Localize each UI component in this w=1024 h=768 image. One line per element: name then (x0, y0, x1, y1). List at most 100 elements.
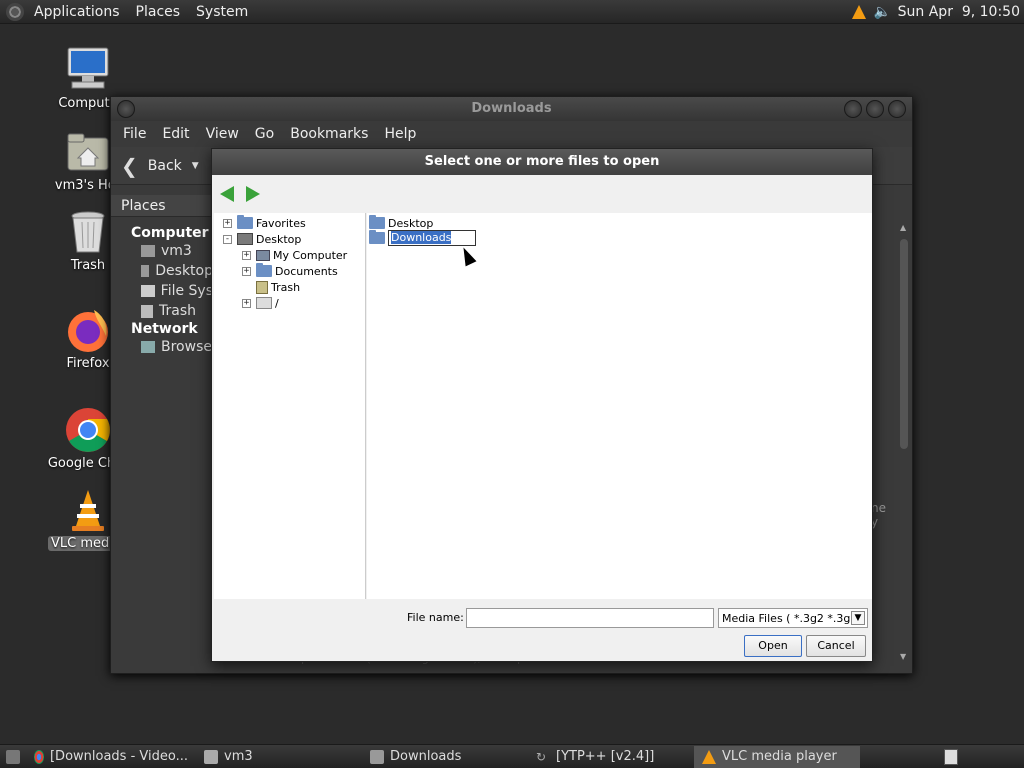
computer-icon (64, 46, 112, 94)
cancel-button[interactable]: Cancel (806, 635, 866, 657)
trash-icon (141, 304, 153, 318)
tree-item-label: My Computer (273, 248, 348, 262)
file-item-label: Downloads (391, 231, 452, 244)
trash-icon (64, 208, 112, 256)
sidebar-item-browse[interactable]: Browse (111, 337, 213, 357)
open-file-dialog: Select one or more files to open + Favor… (211, 148, 873, 662)
taskbar-item-video-downloader[interactable]: [Downloads - Video... (26, 746, 196, 768)
forward-arrow-icon[interactable] (246, 186, 260, 202)
drive-icon (141, 285, 155, 297)
taskbar-item-label: vm3 (224, 749, 253, 764)
sidebar-item-desktop[interactable]: Desktop (111, 261, 213, 281)
folder-tree[interactable]: + Favorites - Desktop + My Computer + Do… (214, 213, 366, 601)
menu-help[interactable]: Help (376, 126, 424, 142)
gnome-logo-icon[interactable] (6, 2, 24, 21)
minimize-button[interactable] (844, 100, 862, 118)
menu-system[interactable]: System (188, 4, 256, 20)
bottom-panel: [Downloads - Video... vm3 Downloads ↻ [Y… (0, 744, 1024, 768)
refresh-icon: ↻ (536, 749, 547, 764)
close-button[interactable] (888, 100, 906, 118)
tree-item-my-computer[interactable]: + My Computer (242, 247, 347, 263)
window-titlebar[interactable]: Downloads (111, 97, 912, 121)
sidebar-item-label: Desktop (155, 263, 213, 279)
workspace-switcher[interactable] (944, 748, 958, 765)
folder-icon (370, 749, 384, 764)
trash-icon (256, 280, 268, 294)
folder-icon (369, 215, 385, 229)
sidebar-item-trash[interactable]: Trash (111, 301, 213, 321)
chevron-down-icon[interactable]: ▼ (851, 611, 865, 625)
menu-places[interactable]: Places (128, 4, 189, 20)
expand-icon[interactable]: + (242, 298, 251, 308)
clock[interactable]: Sun Apr 9, 10:50 (898, 4, 1020, 20)
file-item-downloads[interactable]: Downloads (369, 230, 477, 246)
vlc-tray-icon[interactable] (851, 4, 866, 19)
tree-item-root[interactable]: + / (242, 295, 279, 311)
maximize-button[interactable] (866, 100, 884, 118)
scroll-up-icon[interactable]: ▲ (900, 223, 906, 232)
taskbar-item-label: [Downloads - Video... (49, 749, 188, 764)
menu-view[interactable]: View (198, 126, 247, 142)
taskbar-item-label: [YTP++ [v2.4]] (556, 749, 655, 764)
expand-icon[interactable]: + (242, 266, 251, 276)
window-title: Downloads (471, 101, 552, 116)
vertical-scrollbar[interactable]: ▲ ▼ (898, 223, 910, 661)
scrollbar-thumb[interactable] (900, 239, 908, 449)
file-item-label: Desktop (388, 216, 434, 230)
file-type-filter[interactable]: Media Files ( *.3g2 *.3gp ▼ (718, 608, 868, 628)
menu-bookmarks[interactable]: Bookmarks (282, 126, 376, 142)
tree-item-label: / (275, 296, 279, 310)
vlc-icon (64, 486, 112, 534)
scroll-down-icon[interactable]: ▼ (900, 652, 906, 661)
sidebar-item-filesystem[interactable]: File Sys (111, 281, 213, 301)
window-menu-button[interactable] (117, 100, 135, 118)
taskbar-item-downloads[interactable]: Downloads (362, 746, 528, 768)
taskbar-item-vm3[interactable]: vm3 (196, 746, 362, 768)
tree-item-label: Favorites (256, 216, 306, 230)
tree-item-trash[interactable]: Trash (256, 279, 300, 295)
back-arrow-icon[interactable]: ❮ (121, 154, 138, 178)
menu-go[interactable]: Go (247, 126, 282, 142)
taskbar-item-ytp[interactable]: ↻ [YTP++ [v2.4]] (528, 746, 694, 768)
partial-text: ne (871, 501, 886, 515)
drive-icon (256, 297, 272, 309)
filter-value: Media Files ( *.3g2 *.3gp (722, 611, 858, 625)
open-button[interactable]: Open (744, 635, 802, 657)
sidebar-item-vm3[interactable]: vm3 (111, 241, 213, 261)
sidebar-group-computer: Computer (131, 225, 209, 241)
volume-icon[interactable]: 🔈 (874, 4, 891, 20)
tree-item-documents[interactable]: + Documents (242, 263, 338, 279)
dialog-title[interactable]: Select one or more files to open (212, 149, 872, 175)
expand-icon[interactable]: + (242, 250, 251, 260)
panel-tray: 🔈 Sun Apr 9, 10:50 (851, 4, 1024, 20)
home-folder-icon (64, 128, 112, 176)
tree-item-desktop[interactable]: - Desktop (223, 231, 301, 247)
rename-field[interactable]: Downloads (388, 230, 477, 246)
back-arrow-icon[interactable] (220, 186, 234, 202)
menu-file[interactable]: File (115, 126, 154, 142)
collapse-icon[interactable]: - (223, 234, 232, 244)
file-name-label: File name: (407, 611, 464, 624)
chrome-icon (34, 749, 44, 764)
computer-icon (256, 249, 270, 261)
sidebar-item-label: Browse (161, 339, 212, 355)
menu-applications[interactable]: Applications (26, 4, 128, 20)
back-button[interactable]: Back (148, 158, 182, 174)
dialog-footer: File name: Media Files ( *.3g2 *.3gp ▼ O… (212, 599, 872, 661)
menubar: File Edit View Go Bookmarks Help (111, 121, 912, 147)
home-icon (141, 245, 155, 257)
firefox-icon (64, 306, 112, 354)
back-dropdown-icon[interactable]: ▼ (192, 161, 199, 171)
file-item-desktop[interactable]: Desktop (369, 215, 433, 231)
folder-icon (237, 215, 253, 229)
places-header[interactable]: Places (111, 195, 213, 217)
sidebar-group-network: Network (131, 321, 198, 337)
file-list[interactable]: Desktop Downloads (367, 213, 872, 601)
folder-icon (256, 263, 272, 277)
show-desktop-button[interactable] (0, 746, 26, 768)
expand-icon[interactable]: + (223, 218, 232, 228)
taskbar-item-vlc[interactable]: VLC media player (694, 745, 860, 768)
file-name-input[interactable] (466, 608, 714, 628)
menu-edit[interactable]: Edit (154, 126, 197, 142)
tree-item-favorites[interactable]: + Favorites (223, 215, 306, 231)
